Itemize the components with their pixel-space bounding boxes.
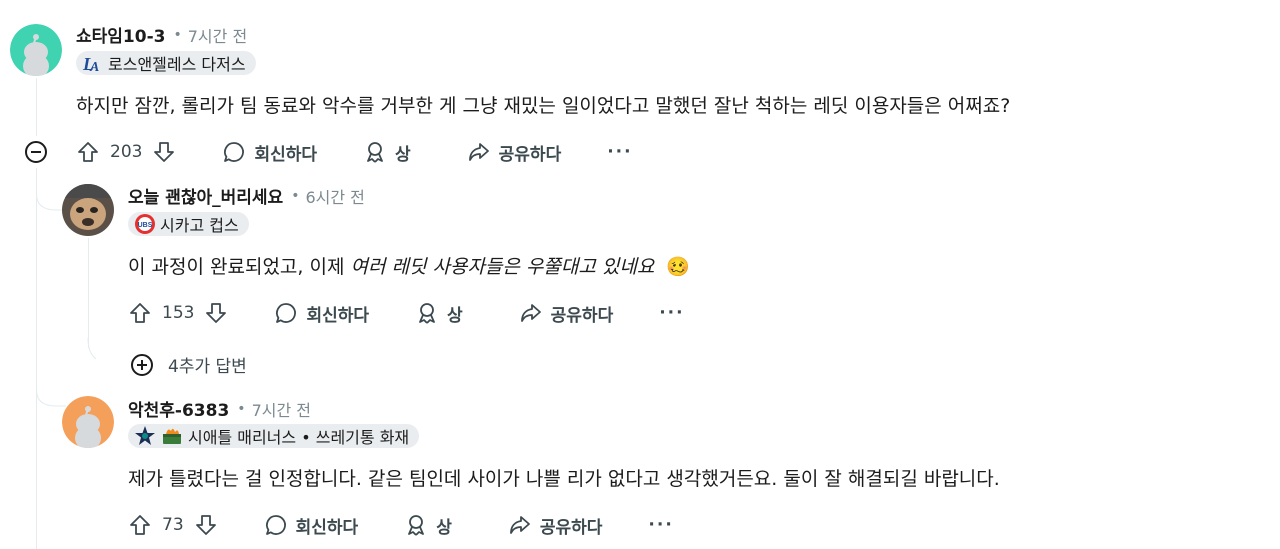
svg-text:A: A xyxy=(89,60,99,74)
dodgers-logo-icon: L A xyxy=(82,54,99,74)
more-options-button[interactable]: ··· xyxy=(659,303,684,323)
award-button[interactable]: 상 xyxy=(415,301,463,326)
downvote-icon[interactable] xyxy=(152,140,176,164)
downvote-icon[interactable] xyxy=(204,301,228,325)
separator-dot: • xyxy=(291,187,300,204)
share-icon xyxy=(509,516,530,534)
comment-bubble-icon xyxy=(224,142,245,162)
flair-label: 시애틀 매리너스 • 쓰레기통 화재 xyxy=(188,428,410,447)
separator-dot: • xyxy=(173,26,182,43)
reply-label: 회신하다 xyxy=(254,144,318,165)
comment-body: 하지만 잠깐, 롤리가 팀 동료와 악수를 거부한 게 그냥 재밌는 일이었다고… xyxy=(76,95,1011,117)
user-flair: 시애틀 매리너스 • 쓰레기통 화재 xyxy=(128,424,420,448)
more-options-button[interactable]: ··· xyxy=(648,515,673,535)
reply-button[interactable]: 회신하다 xyxy=(274,301,369,326)
vote-count: 73 xyxy=(162,515,184,535)
award-icon xyxy=(419,303,435,324)
comment-body-italic: 여러 레딧 사용자들은 우쭐대고 있네요 xyxy=(350,256,655,278)
award-label: 상 xyxy=(436,517,452,538)
comment-body-text: 이 과정이 완료되었고, 이제 xyxy=(128,256,351,278)
share-button[interactable]: 공유하다 xyxy=(508,513,603,538)
share-button[interactable]: 공유하다 xyxy=(519,301,614,326)
svg-text:UBS: UBS xyxy=(138,222,153,229)
username[interactable]: 오늘 괜찮아_버리세요 xyxy=(128,183,283,208)
vote-count: 153 xyxy=(162,303,195,323)
comment-body: 이 과정이 완료되었고, 이제 여러 레딧 사용자들은 우쭐대고 있네요 🥴 xyxy=(128,252,690,279)
comment-header: 쇼타임10-3 • 7시간 전 xyxy=(76,22,247,48)
cubs-logo-icon: UBS xyxy=(135,214,155,234)
username[interactable]: 쇼타임10-3 xyxy=(76,22,165,47)
upvote-icon[interactable] xyxy=(128,513,152,537)
award-icon xyxy=(367,142,383,163)
flair-label: 로스앤젤레스 다저스 xyxy=(108,55,246,74)
avatar[interactable] xyxy=(10,24,62,76)
award-button[interactable]: 상 xyxy=(363,140,411,165)
comment-bubble-icon xyxy=(276,303,297,323)
thread-line-main xyxy=(36,78,37,136)
woozy-face-emoji: 🥴 xyxy=(666,256,691,278)
more-options-button[interactable]: ··· xyxy=(607,142,632,162)
reply-button[interactable]: 회신하다 xyxy=(222,140,317,165)
user-flair: UBS 시카고 컵스 xyxy=(128,212,249,236)
upvote-icon[interactable] xyxy=(128,301,152,325)
timestamp[interactable]: 7시간 전 xyxy=(188,23,247,47)
flair-label: 시카고 컵스 xyxy=(160,216,239,235)
comment-bubble-icon xyxy=(265,515,286,535)
share-icon xyxy=(468,143,489,161)
user-flair: L A 로스앤젤레스 다저스 xyxy=(76,51,256,75)
dumpster-fire-icon xyxy=(163,428,181,444)
more-replies-button[interactable]: 4추가 답변 xyxy=(130,352,247,377)
reply-label: 회신하다 xyxy=(295,517,359,538)
vote-group: 203 xyxy=(76,140,176,164)
comment-header: 오늘 괜찮아_버리세요 • 6시간 전 xyxy=(128,183,365,209)
avatar[interactable] xyxy=(62,396,114,448)
vote-group: 153 xyxy=(128,301,228,325)
vote-count: 203 xyxy=(110,142,143,162)
share-label: 공유하다 xyxy=(498,144,562,165)
share-label: 공유하다 xyxy=(550,305,614,326)
upvote-icon[interactable] xyxy=(76,140,100,164)
share-label: 공유하다 xyxy=(539,517,603,538)
comment-actions: 203 회신하다 상 공유하다 ··· xyxy=(76,136,633,168)
award-label: 상 xyxy=(395,144,411,165)
avatar[interactable] xyxy=(62,184,114,236)
collapse-thread-icon[interactable] xyxy=(24,140,48,164)
expand-plus-icon xyxy=(131,353,153,376)
more-replies-label: 4추가 답변 xyxy=(168,357,247,377)
award-label: 상 xyxy=(447,305,463,326)
reply-label: 회신하다 xyxy=(306,305,370,326)
award-button[interactable]: 상 xyxy=(404,513,452,538)
username[interactable]: 악천후-6383 xyxy=(128,396,229,421)
comment-actions: 73 회신하다 상 공유하다 ··· xyxy=(128,509,674,541)
comment-body: 제가 틀렸다는 걸 인정합니다. 같은 팀인데 사이가 나쁠 리가 없다고 생각… xyxy=(128,468,1000,490)
downvote-icon[interactable] xyxy=(194,513,218,537)
comment-actions: 153 회신하다 상 공유하다 ··· xyxy=(128,297,685,329)
mariners-logo-icon xyxy=(135,426,155,445)
comment-header: 악천후-6383 • 7시간 전 xyxy=(128,396,311,422)
timestamp[interactable]: 6시간 전 xyxy=(305,184,364,208)
share-button[interactable]: 공유하다 xyxy=(467,140,562,165)
timestamp[interactable]: 7시간 전 xyxy=(252,397,311,421)
vote-group: 73 xyxy=(128,513,218,537)
award-icon xyxy=(408,515,425,536)
share-icon xyxy=(520,304,541,322)
reply-button[interactable]: 회신하다 xyxy=(264,513,359,538)
separator-dot: • xyxy=(237,400,246,417)
